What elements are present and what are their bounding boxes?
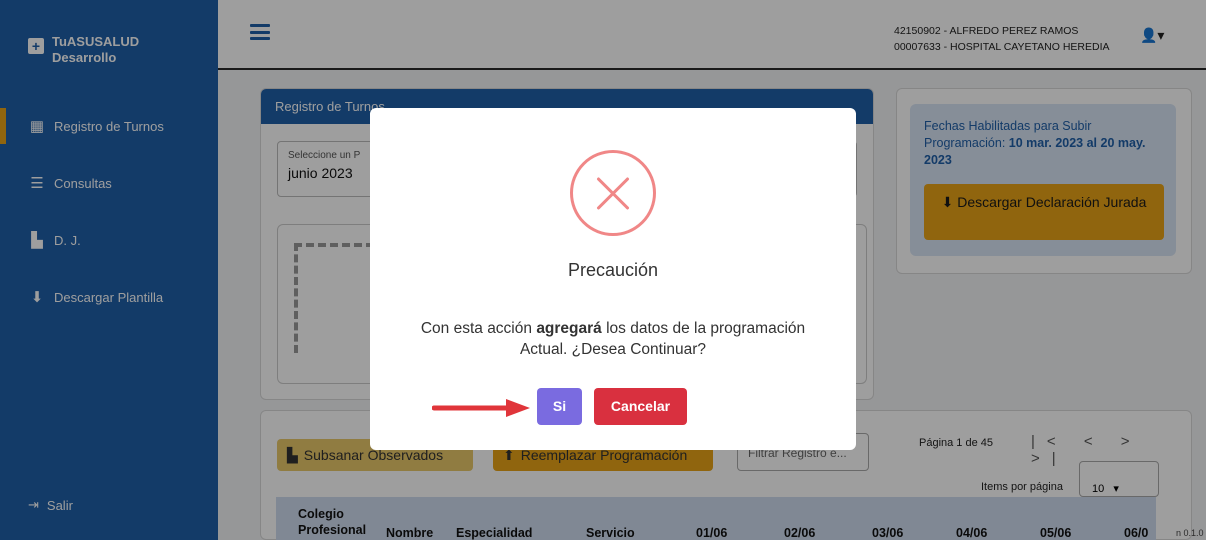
cancel-button[interactable]: Cancelar bbox=[594, 388, 687, 425]
dialog-title: Precaución bbox=[567, 260, 659, 280]
confirm-button[interactable]: Si bbox=[537, 388, 582, 425]
red-arrow-icon bbox=[432, 399, 530, 417]
error-x-icon bbox=[570, 150, 656, 236]
dialog-message: Con esta acción agregará los datos de la… bbox=[420, 320, 806, 358]
